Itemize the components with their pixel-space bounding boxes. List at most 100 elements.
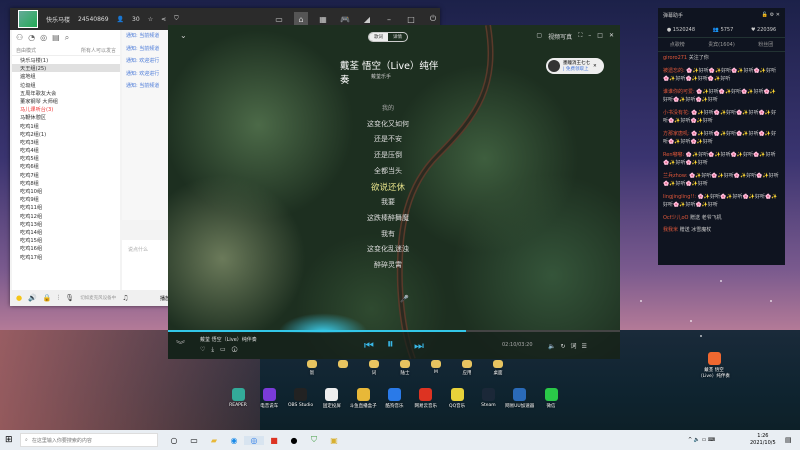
chat-username[interactable]: Ren嘟嘟: (663, 152, 684, 158)
channel-group-item[interactable]: 吃鸡1组 (12, 122, 120, 130)
chat-username[interactable]: 小书没有花: (663, 110, 690, 116)
keyboard-icon[interactable]: ⌨ (708, 437, 715, 443)
chat-username[interactable]: 我我米 (663, 227, 678, 233)
gauge-icon[interactable]: ◔ (28, 33, 35, 43)
channel-group-item[interactable]: 吃鸡12组 (12, 212, 120, 220)
chat-input[interactable]: 说点什么 (122, 240, 170, 290)
channel-avatar[interactable] (18, 10, 38, 28)
maximize-button[interactable]: □ (597, 32, 603, 41)
shield-icon[interactable]: ⛉ (174, 15, 179, 23)
mv-icon[interactable]: ▢ (536, 32, 542, 41)
gamepad-icon[interactable]: 🎮 (338, 12, 352, 26)
chevron-up-icon[interactable]: ^ (688, 437, 692, 443)
taskbar-search[interactable]: ⌕ 在这里输入你要搜索的内容 (20, 433, 158, 447)
chat-username[interactable]: Ocf少儿oO (663, 215, 688, 221)
channel-group-item[interactable]: 马鞭休憩区 (12, 113, 120, 121)
close-icon[interactable]: ✕ (609, 32, 614, 41)
chat-username[interactable]: 兰兵zhow: (663, 173, 687, 179)
channel-group-item[interactable]: 吃鸡8组 (12, 179, 120, 187)
desktop-shortcut[interactable]: REAPER (221, 388, 255, 408)
share-icon[interactable]: ⋖ (161, 16, 166, 23)
desktop-shortcut[interactable]: Steam (471, 388, 505, 408)
heart-icon[interactable]: ♡ (200, 346, 211, 353)
minimize-button[interactable]: – (588, 32, 591, 41)
info-icon[interactable]: ⓘ (232, 346, 244, 353)
desktop-folder[interactable]: M (422, 360, 450, 375)
edge-icon[interactable]: ◉ (224, 436, 244, 445)
video-photo-button[interactable]: 视频写真 (548, 32, 572, 41)
collapse-chevron-icon[interactable]: ⌄ (180, 31, 187, 40)
channel-group-item[interactable]: 天王组(25) (12, 64, 120, 73)
equalizer-icon[interactable]: ⫶ (58, 294, 60, 303)
desktop-shortcut[interactable]: 斗鱼直播盒子 (346, 388, 380, 409)
desktop-folder[interactable]: 桌面 (484, 360, 512, 376)
video-icon[interactable]: ▭ (272, 12, 286, 26)
music-icon[interactable]: ♫ (122, 294, 128, 302)
notice-item[interactable]: 通知: 当前频道 (122, 80, 170, 93)
status-dot-icon[interactable]: ● (16, 294, 22, 302)
desktop-song-file[interactable]: 戴荃 悟空（Live）纯伴奏 (697, 352, 731, 379)
file-explorer-icon[interactable]: ▰ (204, 436, 224, 445)
download-icon[interactable]: ⤓ (211, 346, 220, 353)
lyrics-detail-toggle[interactable]: 歌词 详情 (368, 32, 408, 42)
cortana-icon[interactable]: ○ (164, 436, 184, 445)
desktop-folder[interactable]: 陆士 (391, 360, 419, 376)
desktop-folder[interactable]: 词 (360, 360, 388, 376)
volume-icon[interactable]: 🔈 (548, 343, 560, 350)
tab-vip[interactable]: 贵宾(1604) (708, 41, 735, 48)
desktop-shortcut[interactable]: 酷狗音乐 (378, 388, 412, 409)
loop-icon[interactable]: ↻ (560, 343, 570, 350)
book-icon[interactable]: ▤ (52, 33, 60, 43)
tab-song-rank[interactable]: 点歌榜 (670, 41, 685, 48)
channel-group-item[interactable]: 吃鸡17组 (12, 253, 120, 261)
skin-icon[interactable]: ◢ (360, 12, 374, 26)
channel-group-item[interactable]: 吃鸡11组 (12, 203, 120, 211)
mic-icon[interactable]: 🎙 (65, 294, 74, 302)
chat-username[interactable]: lingjingling!!: (663, 194, 696, 200)
user-icon[interactable]: ⚇ (16, 33, 23, 43)
tab-lyrics[interactable]: 歌词 (369, 33, 388, 41)
channel-group-item[interactable]: 吃鸡4组 (12, 146, 120, 154)
tab-fan-club[interactable]: 粉丝团 (758, 41, 773, 48)
channel-group-item[interactable]: 吃鸡2组(1) (12, 130, 120, 138)
location-icon[interactable]: ◎ (40, 33, 47, 43)
shield-app-icon[interactable]: ⛉ (304, 435, 324, 445)
grid-icon[interactable]: ▦ (316, 12, 330, 26)
desktop-folder[interactable] (329, 360, 357, 370)
kugou-icon[interactable]: ◎ (244, 435, 264, 445)
comment-icon[interactable]: ▭ (220, 346, 232, 353)
playlist-icon[interactable]: ☰ (582, 343, 592, 350)
chat-username[interactable]: giroro271 (663, 55, 687, 61)
channel-group-item[interactable]: 快乐马楼(1) (12, 56, 120, 64)
obs-icon[interactable]: ● (284, 436, 304, 445)
desktop-shortcut[interactable]: 网易UU加速器 (503, 388, 537, 409)
gear-icon[interactable]: ⚙ (770, 12, 774, 18)
collapse-player-icon[interactable]: ︾ (176, 338, 185, 351)
lock-icon[interactable]: 🔓 (762, 12, 768, 18)
channel-group-item[interactable]: 吃鸡3组 (12, 138, 120, 146)
channel-group-item[interactable]: 吃鸡16组 (12, 244, 120, 252)
channel-group-item[interactable]: 吃鸡5组 (12, 154, 120, 162)
desktop-folder[interactable]: 饭 (298, 360, 326, 376)
mic-icon[interactable]: 🎤 (400, 295, 409, 303)
notice-item[interactable]: 通知: 当前频道 (122, 30, 170, 43)
channel-group-item[interactable]: 马儿课听台(3) (12, 105, 120, 113)
maximize-button[interactable]: □ (404, 12, 418, 26)
douyu-icon[interactable]: ▣ (324, 436, 344, 445)
channel-group-item[interactable]: 垃圾组 (12, 81, 120, 89)
notice-item[interactable]: 通知: 欢迎进行 (122, 55, 170, 68)
chat-username[interactable]: 被遗忘的: (663, 68, 685, 74)
chat-username[interactable]: 方那家唐叽: (663, 131, 690, 137)
network-icon[interactable]: ▭ (702, 437, 707, 443)
desktop-shortcut[interactable]: OBS Studio (284, 388, 318, 408)
task-view-icon[interactable]: ▭ (184, 436, 204, 445)
star-icon[interactable]: ☆ (148, 16, 153, 23)
close-icon[interactable]: ✕ (776, 12, 780, 18)
channel-group-item[interactable]: 吃鸡15组 (12, 236, 120, 244)
desktop-shortcut[interactable]: QQ音乐 (440, 388, 474, 409)
channel-group-item[interactable]: 吃鸡13组 (12, 220, 120, 228)
next-button[interactable]: ⏭ (414, 339, 424, 353)
desktop-shortcut[interactable]: 微信 (534, 388, 568, 409)
clock[interactable]: 1:26 2021/10/5 (750, 433, 776, 447)
minimize-button[interactable]: – (382, 12, 396, 26)
